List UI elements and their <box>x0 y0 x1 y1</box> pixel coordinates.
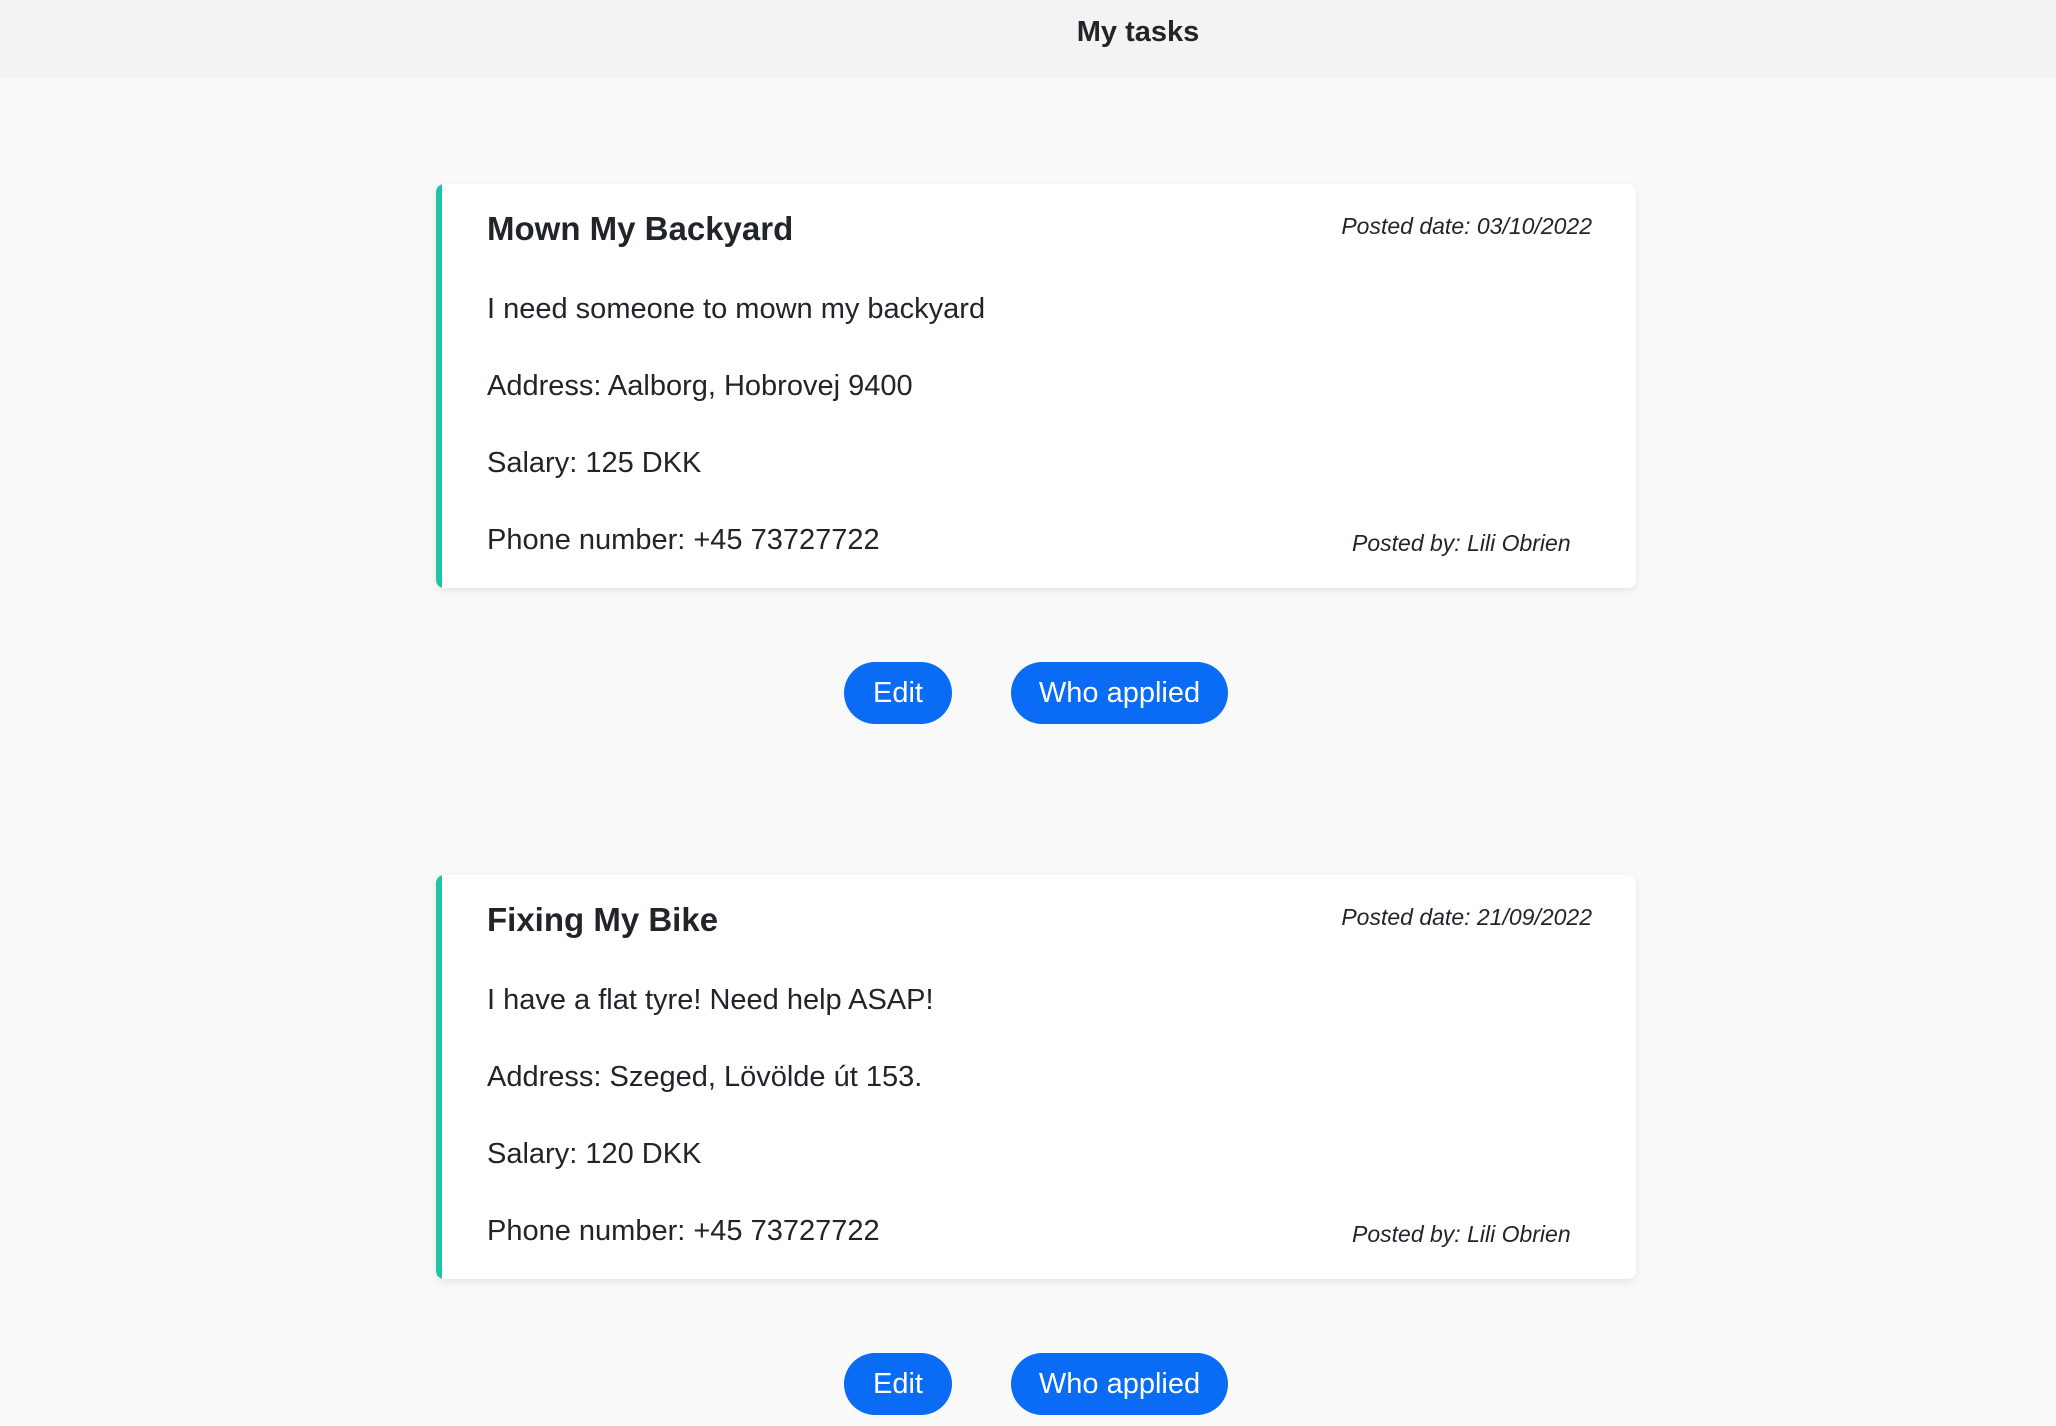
task-salary: Salary: 120 DKK <box>487 1138 702 1170</box>
posted-date: Posted date: 21/09/2022 <box>1341 904 1592 930</box>
task-address: Address: Aalborg, Hobrovej 9400 <box>487 370 913 402</box>
task-address: Address: Szeged, Lövölde út 153. <box>487 1061 923 1093</box>
task-description: I need someone to mown my backyard <box>487 293 986 325</box>
task-card: Mown My Backyard Posted date: 03/10/2022… <box>436 184 1636 588</box>
task-phone: Phone number: +45 73727722 <box>487 524 880 556</box>
posted-by: Posted by: Lili Obrien <box>1352 1221 1571 1247</box>
task-description: I have a flat tyre! Need help ASAP! <box>487 984 934 1016</box>
card-accent-bar <box>436 875 442 1279</box>
posted-date: Posted date: 03/10/2022 <box>1341 213 1592 239</box>
top-bar: My tasks <box>0 0 2056 78</box>
task-title: Fixing My Bike <box>487 901 719 938</box>
posted-by: Posted by: Lili Obrien <box>1352 530 1571 556</box>
task-salary: Salary: 125 DKK <box>487 447 702 479</box>
who-applied-button[interactable]: Who applied <box>1011 1353 1228 1415</box>
who-applied-button[interactable]: Who applied <box>1011 662 1228 724</box>
task-phone: Phone number: +45 73727722 <box>487 1215 880 1247</box>
task-card: Fixing My Bike Posted date: 21/09/2022 I… <box>436 875 1636 1279</box>
card-accent-bar <box>436 184 442 588</box>
page-title: My tasks <box>1076 16 1200 48</box>
edit-button[interactable]: Edit <box>844 1353 952 1415</box>
task-title: Mown My Backyard <box>487 210 794 247</box>
edit-button[interactable]: Edit <box>844 662 952 724</box>
